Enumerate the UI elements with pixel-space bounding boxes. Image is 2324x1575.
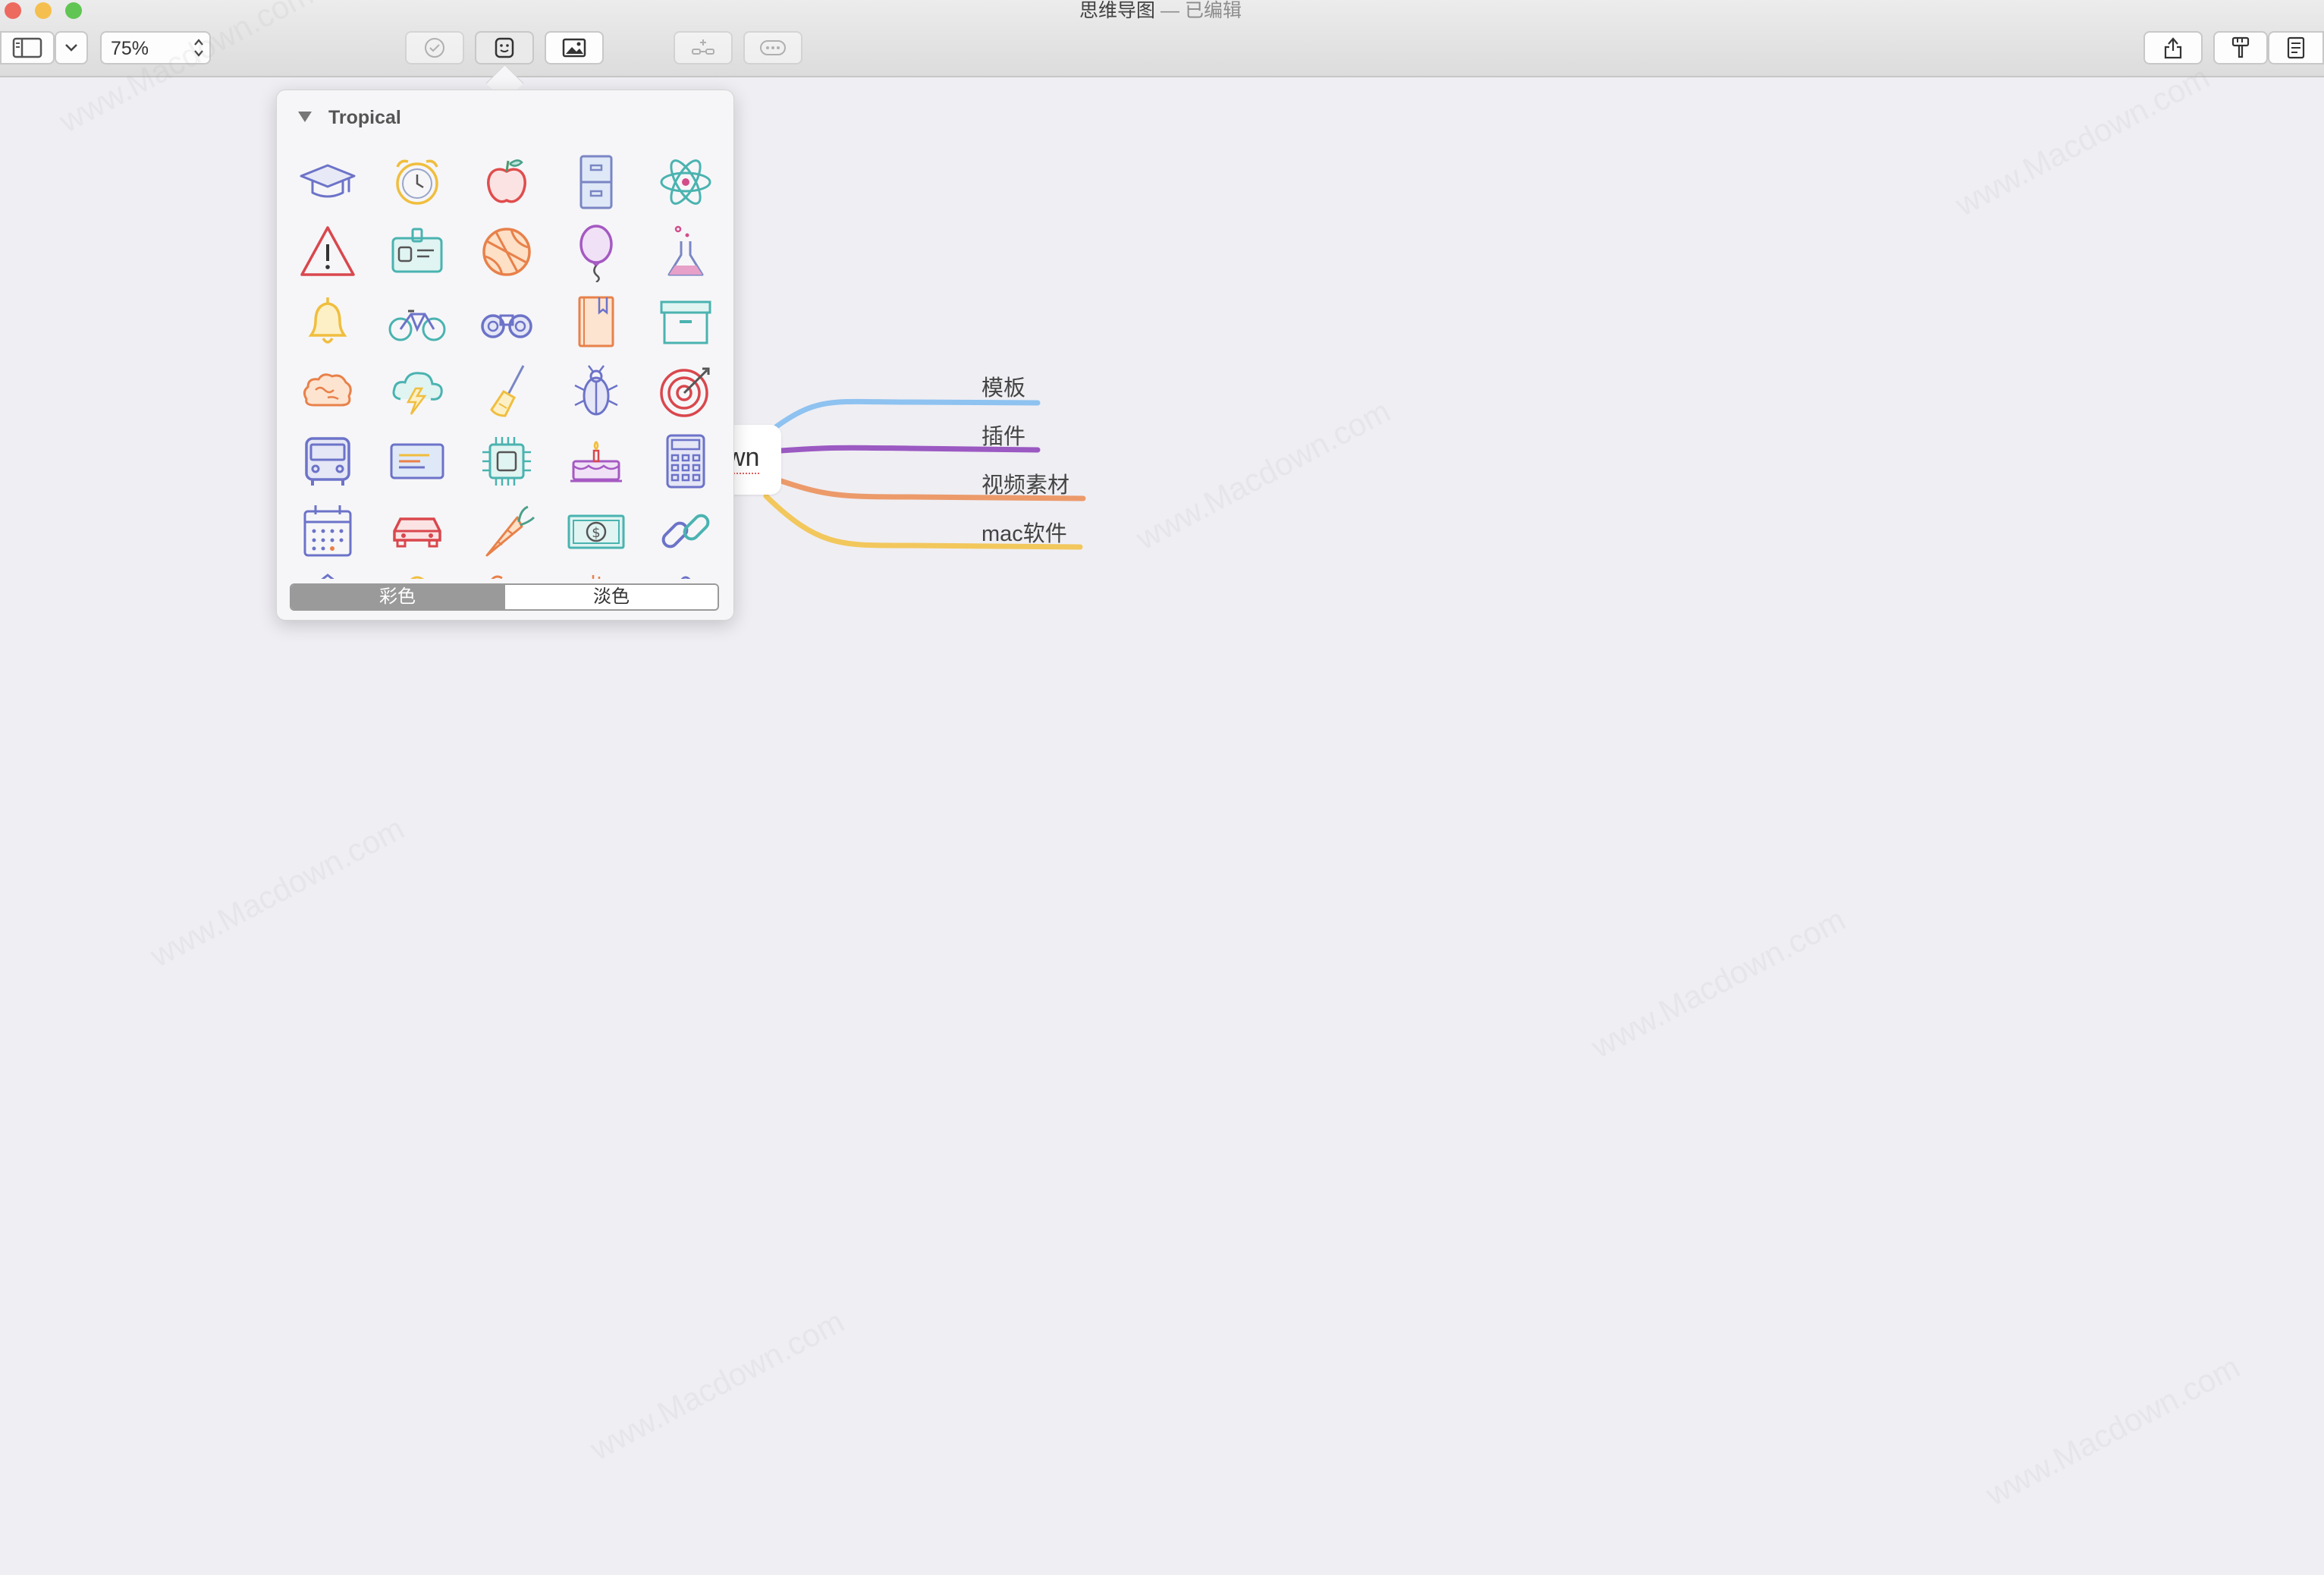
link-icon[interactable] [653, 498, 718, 564]
branch-topic-mac-software[interactable]: mac软件 [981, 516, 1067, 548]
storm-cloud-icon[interactable] [385, 359, 450, 424]
graduation-cap-icon[interactable] [295, 149, 360, 215]
add-topic-icon [692, 39, 714, 55]
warning-icon[interactable] [295, 219, 360, 285]
style-segmented-control: 彩色 淡色 [290, 583, 719, 611]
bicycle-icon[interactable] [385, 289, 450, 354]
format-button[interactable] [2213, 31, 2268, 64]
outline-icon [2287, 36, 2305, 59]
partial-sticker-icon[interactable] [385, 568, 450, 579]
brain-icon[interactable] [295, 359, 360, 424]
id-badge-icon[interactable] [385, 219, 450, 285]
comment-button[interactable] [743, 31, 802, 64]
check-circle-icon [425, 38, 444, 58]
close-window-button[interactable] [5, 2, 21, 19]
atom-icon[interactable] [653, 149, 718, 215]
segment-light[interactable]: 淡色 [504, 585, 718, 609]
task-button[interactable] [405, 31, 464, 64]
bug-icon[interactable] [564, 359, 629, 424]
bell-icon[interactable] [295, 289, 360, 354]
title-bar: 思维导图 — 已编辑 75% [0, 0, 2324, 77]
sticker-button[interactable] [475, 31, 534, 64]
share-icon [2164, 37, 2182, 59]
branch-topic-video[interactable]: 视频素材 [981, 467, 1069, 499]
image-icon [562, 38, 586, 58]
birthday-cake-icon[interactable] [564, 429, 629, 494]
flask-icon[interactable] [653, 219, 718, 285]
basketball-icon[interactable] [474, 219, 539, 285]
broom-icon[interactable] [474, 359, 539, 424]
archive-box-icon[interactable] [653, 289, 718, 354]
sticker-grid: $ [295, 149, 733, 579]
sticker-panel: Tropical $ 彩色 淡色 [276, 90, 734, 621]
sticker-icon [495, 37, 514, 58]
document-name: 思维导图 [1079, 0, 1156, 21]
zoom-window-button[interactable] [65, 2, 82, 19]
outline-button[interactable] [2268, 31, 2324, 64]
apple-icon[interactable] [474, 149, 539, 215]
category-title: Tropical [328, 107, 401, 128]
carrot-icon[interactable] [474, 498, 539, 564]
calendar-icon[interactable] [295, 498, 360, 564]
view-menu-button[interactable] [55, 31, 88, 64]
balloon-icon[interactable] [564, 219, 629, 285]
edited-status: — 已编辑 [1160, 0, 1242, 21]
partial-sticker-icon[interactable] [653, 568, 718, 579]
bookmark-book-icon[interactable] [564, 289, 629, 354]
bus-icon[interactable] [295, 429, 360, 494]
svg-text:$: $ [592, 525, 600, 541]
share-button[interactable] [2143, 31, 2203, 64]
calculator-icon[interactable] [653, 429, 718, 494]
comment-icon [760, 40, 786, 55]
image-button[interactable] [545, 31, 604, 64]
zoom-value: 75% [111, 38, 149, 59]
sidebar-icon [12, 37, 42, 58]
money-icon[interactable]: $ [564, 498, 629, 564]
card-icon[interactable] [385, 429, 450, 494]
chevron-down-icon [65, 44, 77, 52]
sidebar-toggle-button[interactable] [0, 31, 55, 64]
segment-colorful[interactable]: 彩色 [291, 585, 504, 609]
alarm-clock-icon[interactable] [385, 149, 450, 215]
branch-topic-plugins[interactable]: 插件 [981, 419, 1025, 451]
car-icon[interactable] [385, 498, 450, 564]
binoculars-icon[interactable] [474, 289, 539, 354]
target-icon[interactable] [653, 359, 718, 424]
category-header[interactable]: Tropical [298, 107, 401, 129]
partial-sticker-icon[interactable] [295, 568, 360, 579]
window-title: 思维导图 — 已编辑 [895, 0, 1426, 21]
paint-brush-icon [2231, 36, 2250, 58]
branch-topic-templates[interactable]: 模板 [981, 370, 1025, 402]
add-topic-button[interactable] [674, 31, 733, 64]
file-cabinet-icon[interactable] [564, 149, 629, 215]
partial-sticker-icon[interactable] [474, 568, 539, 579]
minimize-window-button[interactable] [35, 2, 52, 19]
partial-sticker-icon[interactable] [564, 568, 629, 579]
disclosure-triangle-icon[interactable] [298, 112, 312, 122]
cpu-chip-icon[interactable] [474, 429, 539, 494]
